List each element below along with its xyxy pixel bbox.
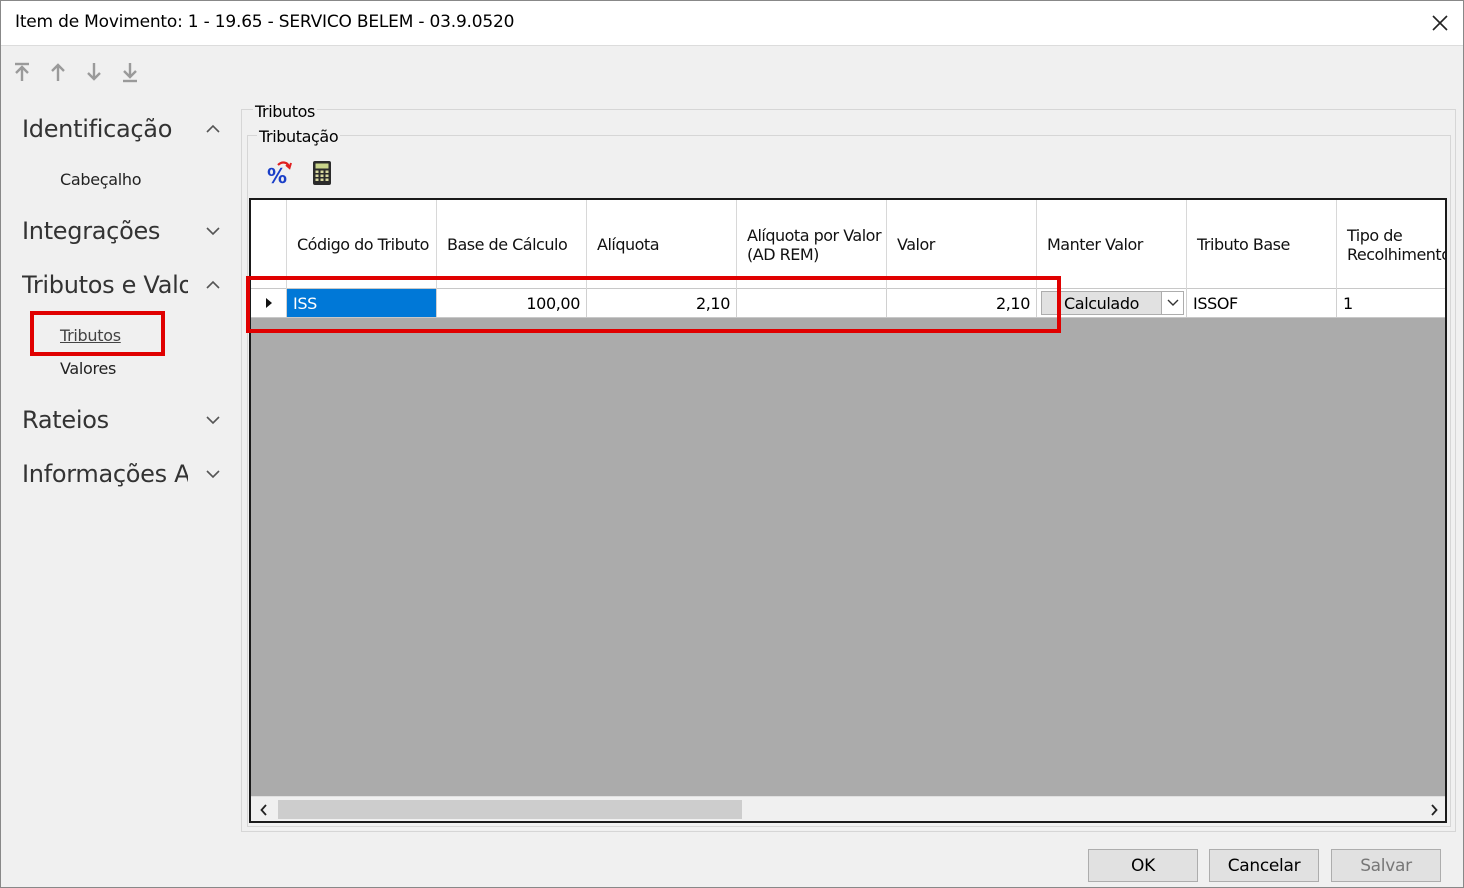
section-label: Identificação [22, 115, 173, 143]
chevron-up-icon [204, 276, 222, 294]
chevron-down-icon [1167, 299, 1178, 306]
horizontal-scrollbar[interactable] [251, 796, 1445, 821]
scroll-right-button[interactable] [1421, 797, 1445, 821]
tributos-group-label: Tributos [253, 102, 317, 121]
section-label: Integrações [22, 217, 161, 245]
section-tributos-valores[interactable]: Tributos e Valo [22, 267, 222, 303]
save-button[interactable]: Salvar [1331, 849, 1441, 882]
sidebar-item-tributos[interactable]: Tributos [60, 326, 121, 345]
cell-tributo-base[interactable]: ISSOF [1187, 289, 1337, 317]
column-header-manter-valor[interactable]: Manter Valor [1037, 200, 1187, 289]
calculator-icon [313, 161, 331, 185]
last-record-icon [123, 63, 137, 83]
tributacao-group-label: Tributação [257, 127, 341, 146]
svg-text:%: % [267, 164, 287, 187]
manter-valor-value[interactable]: Calculado [1041, 291, 1162, 315]
column-header-valor[interactable]: Valor [887, 200, 1037, 289]
first-record-icon [15, 62, 29, 81]
chevron-right-icon [1431, 803, 1438, 816]
column-header-tributo-base[interactable]: Tributo Base [1187, 200, 1337, 289]
cell-manter-valor[interactable]: Calculado [1037, 289, 1187, 317]
chevron-left-icon [260, 803, 267, 816]
column-header-aliquota-valor[interactable]: Alíquota por Valor (AD REM) [737, 200, 887, 289]
cancel-button[interactable]: Cancelar [1209, 849, 1319, 882]
first-record-button[interactable] [9, 59, 35, 85]
ok-button[interactable]: OK [1088, 849, 1198, 882]
scroll-thumb[interactable] [278, 800, 742, 819]
section-label: Informações Ac [22, 460, 188, 488]
section-identificacao[interactable]: Identificação [22, 111, 222, 147]
row-header-corner [251, 200, 287, 289]
calculator-button[interactable] [307, 158, 337, 188]
scroll-left-button[interactable] [251, 797, 277, 821]
next-record-icon [87, 63, 101, 81]
column-header-codigo[interactable]: Código do Tributo [287, 200, 437, 289]
last-record-button[interactable] [117, 59, 143, 85]
recalculate-button[interactable]: % [263, 158, 293, 188]
chevron-down-icon [204, 411, 222, 429]
chevron-up-icon [204, 120, 222, 138]
manter-valor-combo[interactable]: Calculado [1039, 289, 1184, 317]
table-row[interactable]: ISS 100,00 2,10 2,10 Calculado ISSOF 1 [251, 289, 1445, 318]
section-informacoes-adicionais[interactable]: Informações Ac [22, 456, 222, 492]
record-nav-toolbar [9, 59, 143, 85]
section-label: Tributos e Valo [22, 271, 188, 299]
title-bar: Item de Movimento: 1 - 19.65 - SERVICO B… [1, 1, 1463, 46]
previous-record-icon [51, 63, 65, 81]
window-title: Item de Movimento: 1 - 19.65 - SERVICO B… [15, 12, 515, 32]
section-label: Rateios [22, 406, 109, 434]
dialog-window: Item de Movimento: 1 - 19.65 - SERVICO B… [0, 0, 1464, 888]
column-header-tipo-recolhimento[interactable]: Tipo de Recolhimento [1337, 200, 1445, 289]
current-row-arrow-icon [265, 298, 272, 308]
cell-aliquota[interactable]: 2,10 [587, 289, 737, 317]
next-record-button[interactable] [81, 59, 107, 85]
previous-record-button[interactable] [45, 59, 71, 85]
column-header-base-calculo[interactable]: Base de Cálculo [437, 200, 587, 289]
close-icon [1432, 15, 1448, 31]
row-selector[interactable] [251, 289, 287, 317]
sidebar-item-cabecalho[interactable]: Cabeçalho [60, 170, 142, 189]
grid-header: Código do Tributo Base de Cálculo Alíquo… [251, 200, 1445, 289]
chevron-down-icon [204, 465, 222, 483]
close-button[interactable] [1417, 1, 1463, 45]
combo-dropdown-button[interactable] [1162, 291, 1184, 315]
section-integracoes[interactable]: Integrações [22, 213, 222, 249]
cell-codigo[interactable]: ISS [287, 289, 437, 317]
cell-valor[interactable]: 2,10 [887, 289, 1037, 317]
chevron-down-icon [204, 222, 222, 240]
cell-base-calculo[interactable]: 100,00 [437, 289, 587, 317]
sidebar-item-valores[interactable]: Valores [60, 359, 116, 378]
column-header-aliquota[interactable]: Alíquota [587, 200, 737, 289]
tributos-grid[interactable]: Código do Tributo Base de Cálculo Alíquo… [249, 198, 1447, 823]
section-rateios[interactable]: Rateios [22, 402, 222, 438]
cell-tipo-recolhimento[interactable]: 1 [1337, 289, 1445, 317]
cell-aliquota-valor[interactable] [737, 289, 887, 317]
percent-recalc-icon: % [267, 161, 292, 187]
grid-toolbar: % [263, 158, 337, 188]
